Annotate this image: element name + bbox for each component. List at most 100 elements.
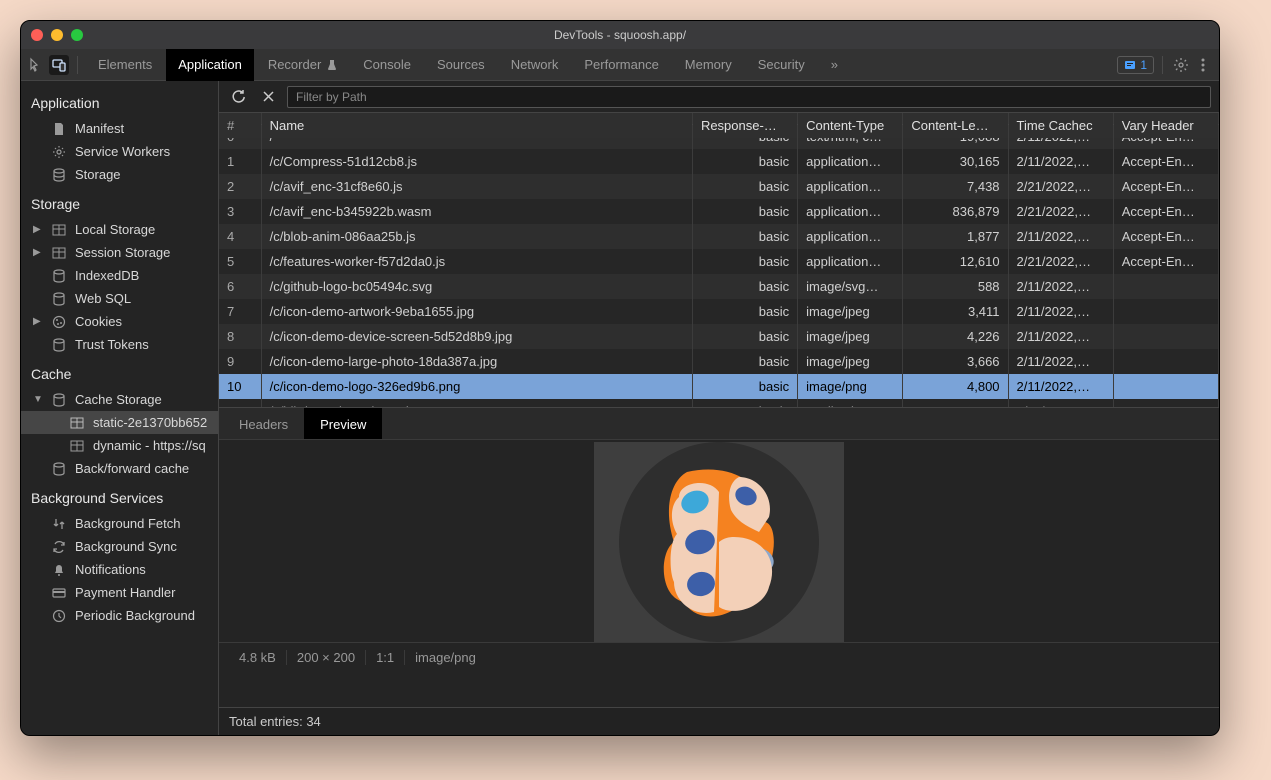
preview-tab-preview[interactable]: Preview [304,408,382,439]
tab-console[interactable]: Console [351,49,423,81]
tab-memory[interactable]: Memory [673,49,744,81]
col-response[interactable]: Response-… [692,113,797,138]
delete-button[interactable] [257,86,279,108]
col-vary-header[interactable]: Vary Header [1113,113,1218,138]
sidebar-item-cookies[interactable]: ▶Cookies [21,310,218,333]
sync-icon [51,540,67,554]
issues-badge[interactable]: 1 [1117,56,1154,74]
cache-row[interactable]: 10/c/icon-demo-logo-326ed9b6.pngbasicima… [219,374,1219,399]
sidebar-item-bg-sync[interactable]: Background Sync [21,535,218,558]
tab-recorder[interactable]: Recorder [256,49,349,81]
sidebar-item-manifest[interactable]: Manifest [21,117,218,140]
row-time-cached: 2/11/2022,… [1008,224,1113,249]
window-title: DevTools - squoosh.app/ [21,28,1219,42]
cache-row[interactable]: 5/c/features-worker-f57d2da0.jsbasicappl… [219,249,1219,274]
col-content-type[interactable]: Content-Type [798,113,903,138]
tab-application[interactable]: Application [166,49,254,81]
tab-performance[interactable]: Performance [572,49,670,81]
cache-row[interactable]: 1/c/Compress-51d12cb8.jsbasicapplication… [219,149,1219,174]
maximize-window-button[interactable] [71,29,83,41]
sidebar-item-periodic-bg[interactable]: Periodic Background [21,604,218,627]
col-index[interactable]: # [219,113,261,138]
row-time-cached: 2/21/2022,… [1008,174,1113,199]
cache-row[interactable]: 2/c/avif_enc-31cf8e60.jsbasicapplication… [219,174,1219,199]
tab-security[interactable]: Security [746,49,817,81]
bell-icon [51,563,67,577]
minimize-window-button[interactable] [51,29,63,41]
cache-filter-bar [219,81,1219,113]
tab-overflow[interactable]: » [819,49,850,81]
row-content-type: application… [798,249,903,274]
preview-size: 4.8 kB [229,650,287,665]
row-content-length: 4,800 [903,374,1008,399]
row-index: 1 [219,149,261,174]
sidebar-item-payment-handler[interactable]: Payment Handler [21,581,218,604]
row-content-type: application… [798,399,903,408]
cache-row[interactable]: 7/c/icon-demo-artwork-9eba1655.jpgbasici… [219,299,1219,324]
row-response: basic [692,149,797,174]
preview-tabstrip: Headers Preview [219,408,1219,440]
tab-elements[interactable]: Elements [86,49,164,81]
sidebar-item-bg-fetch[interactable]: Background Fetch [21,512,218,535]
row-time-cached: 2/11/2022,… [1008,374,1113,399]
cache-row[interactable]: 9/c/icon-demo-large-photo-18da387a.jpgba… [219,349,1219,374]
filter-input[interactable] [287,86,1211,108]
row-name: /c/icon-demo-artwork-9eba1655.jpg [261,299,692,324]
close-window-button[interactable] [31,29,43,41]
issues-count: 1 [1140,58,1147,72]
row-name: /c/features-worker-f57d2da0.js [261,249,692,274]
sidebar-item-web-sql[interactable]: Web SQL [21,287,218,310]
sidebar-item-trust-tokens[interactable]: Trust Tokens [21,333,218,356]
row-name: /c/icon-demo-large-photo-18da387a.jpg [261,349,692,374]
cache-row[interactable]: 8/c/icon-demo-device-screen-5d52d8b9.jpg… [219,324,1219,349]
sidebar-item-cache-storage[interactable]: ▼Cache Storage [21,388,218,411]
total-entries: Total entries: 34 [229,714,321,729]
row-index: 4 [219,224,261,249]
sidebar-item-storage[interactable]: Storage [21,163,218,186]
sidebar-item-cache-static[interactable]: static-2e1370bb652 [21,411,218,434]
row-name: /c/idb-keyval-c33d3116.js [261,399,692,408]
row-content-length: 30,165 [903,149,1008,174]
chevron-down-icon: ▼ [33,394,43,405]
row-content-length: 836,879 [903,199,1008,224]
cache-row[interactable]: 3/c/avif_enc-b345922b.wasmbasicapplicati… [219,199,1219,224]
inspect-element-icon[interactable] [27,55,47,75]
sidebar-item-service-workers[interactable]: Service Workers [21,140,218,163]
cache-row[interactable]: 6/c/github-logo-bc05494c.svgbasicimage/s… [219,274,1219,299]
cache-row[interactable]: 11/c/idb-keyval-c33d3116.jsbasicapplicat… [219,399,1219,408]
row-time-cached: 2/11/2022,… [1008,399,1113,408]
sidebar-item-cache-dynamic[interactable]: dynamic - https://sq [21,434,218,457]
chevron-right-icon: ▶ [33,224,43,235]
preview-tab-headers[interactable]: Headers [223,408,304,439]
tab-recorder-label: Recorder [268,57,321,72]
database-icon [51,393,67,407]
sidebar-item-local-storage[interactable]: ▶Local Storage [21,218,218,241]
sidebar-item-session-storage[interactable]: ▶Session Storage [21,241,218,264]
col-time-cached[interactable]: Time Cachec [1008,113,1113,138]
row-time-cached: 2/21/2022,… [1008,249,1113,274]
application-sidebar[interactable]: Application Manifest Service Workers Sto… [21,81,219,735]
cache-row[interactable]: 4/c/blob-anim-086aa25b.jsbasicapplicatio… [219,224,1219,249]
devtools-tabstrip: Elements Application Recorder Console So… [21,49,1219,81]
sidebar-item-bf-cache[interactable]: Back/forward cache [21,457,218,480]
row-index: 8 [219,324,261,349]
row-response: basic [692,249,797,274]
squoosh-logo-icon [619,442,819,642]
database-icon [51,338,67,352]
row-content-length: 1,877 [903,224,1008,249]
cache-table[interactable]: # Name Response-… Content-Type Content-L… [219,113,1219,408]
sidebar-item-notifications[interactable]: Notifications [21,558,218,581]
row-vary: Accept-En… [1113,224,1218,249]
tab-sources[interactable]: Sources [425,49,497,81]
col-name[interactable]: Name [261,113,692,138]
row-content-length: 727 [903,399,1008,408]
sidebar-item-indexeddb[interactable]: IndexedDB [21,264,218,287]
kebab-menu-icon[interactable] [1193,55,1213,75]
row-vary [1113,349,1218,374]
col-content-length[interactable]: Content-Le… [903,113,1008,138]
device-toolbar-icon[interactable] [49,55,69,75]
tab-network[interactable]: Network [499,49,571,81]
settings-gear-icon[interactable] [1171,55,1191,75]
refresh-button[interactable] [227,86,249,108]
row-name: /c/icon-demo-device-screen-5d52d8b9.jpg [261,324,692,349]
